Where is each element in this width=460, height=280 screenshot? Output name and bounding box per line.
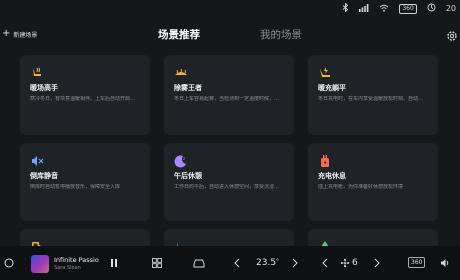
scene-card-desc-line: 冬日上车容易起雾，当检测到一定温度时候，自动开启前后除雾，以及后视镜加热 xyxy=(174,96,284,102)
status-360-badge: 360 xyxy=(399,3,417,14)
scene-card-desc-line: 寒冷冬日，有项意温暖相伴。上车后自动开启方向盘、座椅加热，并开启热空调 xyxy=(30,96,140,102)
new-scene-button[interactable]: + 新建场景 xyxy=(0,27,37,41)
bluetooth-icon xyxy=(342,2,349,14)
tab-scene-recommend[interactable]: 场景推荐 xyxy=(158,27,200,42)
cabin-temperature-icon xyxy=(427,3,436,14)
degree-icon: ° xyxy=(276,258,280,265)
plus-icon: + xyxy=(2,28,11,39)
scene-card-defrost[interactable]: 除雾王者 冬日上车容易起雾，当检测到一定温度时候，自动开启前后除雾，以及后视镜加… xyxy=(164,55,294,135)
charging-icon xyxy=(318,153,332,167)
volume-icon[interactable] xyxy=(440,258,450,271)
scene-card-desc: 工作日的午后，自动进入休憩空间，享受沉浸式午休休憩 xyxy=(174,184,284,190)
signal-icon xyxy=(359,3,369,14)
scene-card-reverse-mute[interactable]: 倒库静音 倒库时自动暂停播放音乐，保障安全入库 xyxy=(20,143,150,221)
temperature-value[interactable]: 23.5° xyxy=(256,258,279,268)
scene-card-title: 除雾王者 xyxy=(174,84,202,92)
album-art[interactable] xyxy=(31,255,49,273)
pause-icon[interactable] xyxy=(110,258,118,271)
scene-card-afternoon-rest[interactable]: z 午后休憩 工作日的午后，自动进入休憩空间，享受沉浸式午休休憩 xyxy=(164,143,294,221)
mute-icon xyxy=(30,153,44,167)
heated-seat-icon xyxy=(30,65,44,79)
now-playing-title: Infinite Passio xyxy=(54,256,99,264)
now-playing-artist: Sara Sloan xyxy=(54,265,81,271)
bottom-dock: Infinite Passio Sara Sloan 23.5° 6 360 xyxy=(0,246,460,280)
scene-card-desc-line: 冬日充电时，在车内享受温暖放松时刻。自动开启热空调、座椅加热，打开座椅 xyxy=(318,96,428,102)
scene-card-title: 充电休息 xyxy=(318,172,346,180)
scene-card-title: 暖充躺平 xyxy=(318,84,346,92)
scene-card-title: 午后休憩 xyxy=(174,172,202,180)
camera-360-button[interactable]: 360 xyxy=(408,257,426,268)
scene-card-warm[interactable]: 暖场高手 寒冷冬日，有项意温暖相伴。上车后自动开启方向盘、座椅加热，并开启热空调 xyxy=(20,55,150,135)
status-temperature: 20 xyxy=(445,4,456,13)
status-icons: 360 20 xyxy=(342,2,456,14)
tab-my-scenes[interactable]: 我的场景 xyxy=(260,27,302,42)
wifi-icon xyxy=(379,4,389,14)
svg-text:z: z xyxy=(183,156,185,161)
temp-down-chevron-icon[interactable] xyxy=(234,258,240,271)
car-icon[interactable] xyxy=(192,258,206,271)
status-bar: 360 20 xyxy=(0,0,460,18)
home-icon[interactable] xyxy=(4,258,14,271)
scene-card-title: 倒库静音 xyxy=(30,172,58,180)
scene-card-charge-rest[interactable]: 充电休息 插上充电枪，为你准备好休憩放松环境 xyxy=(308,143,438,221)
fan-down-chevron-icon[interactable] xyxy=(322,258,328,271)
defrost-icon xyxy=(174,65,188,79)
scene-card-desc: 倒库时自动暂停播放音乐，保障安全入库 xyxy=(30,184,121,190)
charge-rest-icon xyxy=(318,65,332,79)
scene-card-warm-charge[interactable]: 暖充躺平 冬日充电时，在车内享受温暖放松时刻。自动开启热空调、座椅加热，打开座椅 xyxy=(308,55,438,135)
app-grid-icon[interactable] xyxy=(152,258,162,271)
scene-card-title: 暖场高手 xyxy=(30,84,58,92)
new-scene-label: 新建场景 xyxy=(13,31,38,39)
fan-level-value: 6 xyxy=(352,258,358,268)
fan-up-chevron-icon[interactable] xyxy=(374,258,380,271)
settings-gear-icon[interactable] xyxy=(446,27,458,41)
fan-icon xyxy=(340,258,350,271)
moon-icon: z xyxy=(174,153,188,168)
scene-card-desc: 插上充电枪，为你准备好休憩放松环境 xyxy=(318,184,404,190)
temp-up-chevron-icon[interactable] xyxy=(292,258,298,271)
temperature-number: 23.5 xyxy=(256,258,277,268)
